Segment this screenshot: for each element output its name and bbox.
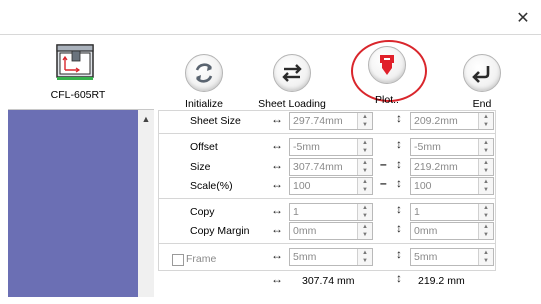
horizontal-arrow-icon: ↔ (271, 222, 283, 236)
spin-up-icon[interactable]: ▲ (358, 204, 372, 212)
horizontal-arrow-icon: ↔ (271, 203, 283, 217)
size-height-input[interactable] (411, 159, 473, 175)
end-label: End (472, 98, 492, 110)
spin-up-icon[interactable]: ▲ (479, 204, 493, 212)
offset-y-input[interactable] (411, 139, 473, 155)
horizontal-arrow-icon: ↔ (271, 248, 283, 262)
spin-up-icon[interactable]: ▲ (479, 113, 493, 121)
horizontal-arrow-icon: ↔ (271, 177, 283, 191)
frame-y-field[interactable]: ▲▼ (410, 248, 494, 266)
frame-label: Frame (186, 253, 217, 265)
plot-button[interactable]: Plot.. (350, 46, 424, 116)
horizontal-arrow-icon: ↔ (271, 138, 283, 152)
copy-x-field[interactable]: ▲▼ (289, 203, 373, 221)
copy-margin-label: Copy Margin (190, 225, 250, 237)
spin-up-icon[interactable]: ▲ (479, 249, 493, 257)
plot-label: Plot.. (375, 94, 399, 106)
horizontal-arrow-icon: ↔ (271, 112, 283, 126)
sheet-loading-label: Sheet Loading (258, 98, 326, 110)
spin-up-icon[interactable]: ▲ (358, 249, 372, 257)
spin-down-icon[interactable]: ▼ (479, 147, 493, 155)
copy-label: Copy (190, 206, 215, 218)
spin-down-icon[interactable]: ▼ (358, 147, 372, 155)
spin-down-icon[interactable]: ▼ (358, 257, 372, 265)
size-label: Size (190, 161, 211, 173)
scale-x-field[interactable]: ▲▼ (289, 177, 373, 195)
vertical-arrow-icon: ↕ (396, 157, 402, 171)
horizontal-arrow-icon: ↔ (271, 158, 283, 172)
device-model-label: CFL-605RT (50, 89, 106, 101)
link-dash-icon: – (380, 157, 387, 171)
copy-y-field[interactable]: ▲▼ (410, 203, 494, 221)
scroll-up-icon[interactable]: ▲ (138, 114, 154, 124)
vertical-arrow-icon: ↕ (396, 247, 402, 261)
sheet-width-input[interactable] (290, 113, 352, 129)
link-dash-icon: – (380, 176, 387, 190)
frame-checkbox[interactable] (172, 254, 184, 266)
cutting-plotter-icon (55, 42, 95, 82)
size-height-field[interactable]: ▲▼ (410, 158, 494, 176)
offset-label: Offset (190, 141, 218, 153)
size-width-input[interactable] (290, 159, 352, 175)
frame-x-field[interactable]: ▲▼ (289, 248, 373, 266)
frame-x-input[interactable] (290, 249, 352, 265)
spin-down-icon[interactable]: ▼ (479, 186, 493, 194)
frame-y-input[interactable] (411, 249, 473, 265)
spin-up-icon[interactable]: ▲ (358, 178, 372, 186)
offset-y-field[interactable]: ▲▼ (410, 138, 494, 156)
spin-up-icon[interactable]: ▲ (479, 223, 493, 231)
spin-down-icon[interactable]: ▼ (358, 121, 372, 129)
copy-margin-y-input[interactable] (411, 223, 473, 239)
spin-up-icon[interactable]: ▲ (479, 178, 493, 186)
plotter-pen-icon (368, 46, 406, 84)
vertical-arrow-icon: ↕ (396, 111, 402, 125)
horizontal-arrow-icon: ↔ (271, 272, 283, 286)
vertical-arrow-icon: ↕ (396, 137, 402, 151)
spin-down-icon[interactable]: ▼ (479, 212, 493, 220)
copy-x-input[interactable] (290, 204, 352, 220)
spin-up-icon[interactable]: ▲ (358, 223, 372, 231)
spin-down-icon[interactable]: ▼ (479, 231, 493, 239)
copy-margin-x-field[interactable]: ▲▼ (289, 222, 373, 240)
sheet-size-label: Sheet Size (190, 115, 241, 127)
spin-up-icon[interactable]: ▲ (358, 139, 372, 147)
copy-margin-y-field[interactable]: ▲▼ (410, 222, 494, 240)
close-button[interactable]: ✕ (512, 8, 534, 30)
spin-up-icon[interactable]: ▲ (479, 159, 493, 167)
swap-arrows-icon (273, 54, 311, 92)
spin-up-icon[interactable]: ▲ (479, 139, 493, 147)
vertical-arrow-icon: ↕ (396, 221, 402, 235)
vertical-arrow-icon: ↕ (396, 271, 402, 285)
initialize-label: Initialize (185, 98, 223, 110)
spin-down-icon[interactable]: ▼ (358, 231, 372, 239)
offset-x-input[interactable] (290, 139, 352, 155)
spin-down-icon[interactable]: ▼ (479, 257, 493, 265)
spin-down-icon[interactable]: ▼ (479, 121, 493, 129)
spin-up-icon[interactable]: ▲ (358, 113, 372, 121)
spin-down-icon[interactable]: ▼ (358, 167, 372, 175)
spin-up-icon[interactable]: ▲ (358, 159, 372, 167)
spin-down-icon[interactable]: ▼ (358, 212, 372, 220)
copy-y-input[interactable] (411, 204, 473, 220)
vertical-arrow-icon: ↕ (396, 202, 402, 216)
vertical-arrow-icon: ↕ (396, 176, 402, 190)
spin-down-icon[interactable]: ▼ (479, 167, 493, 175)
model-list[interactable] (8, 110, 138, 297)
refresh-icon (185, 54, 223, 92)
scale-y-field[interactable]: ▲▼ (410, 177, 494, 195)
scale-y-input[interactable] (411, 178, 473, 194)
sheet-height-input[interactable] (411, 113, 473, 129)
return-arrow-icon (463, 54, 501, 92)
offset-x-field[interactable]: ▲▼ (289, 138, 373, 156)
copy-margin-x-input[interactable] (290, 223, 352, 239)
size-width-field[interactable]: ▲▼ (289, 158, 373, 176)
list-scrollbar[interactable] (138, 110, 154, 297)
scale-label: Scale(%) (190, 180, 233, 192)
result-width: 307.74 mm (302, 275, 355, 287)
sheet-width-field[interactable]: ▲▼ (289, 112, 373, 130)
result-height: 219.2 mm (418, 275, 465, 287)
scale-x-input[interactable] (290, 178, 352, 194)
spin-down-icon[interactable]: ▼ (358, 186, 372, 194)
sheet-height-field[interactable]: ▲▼ (410, 112, 494, 130)
